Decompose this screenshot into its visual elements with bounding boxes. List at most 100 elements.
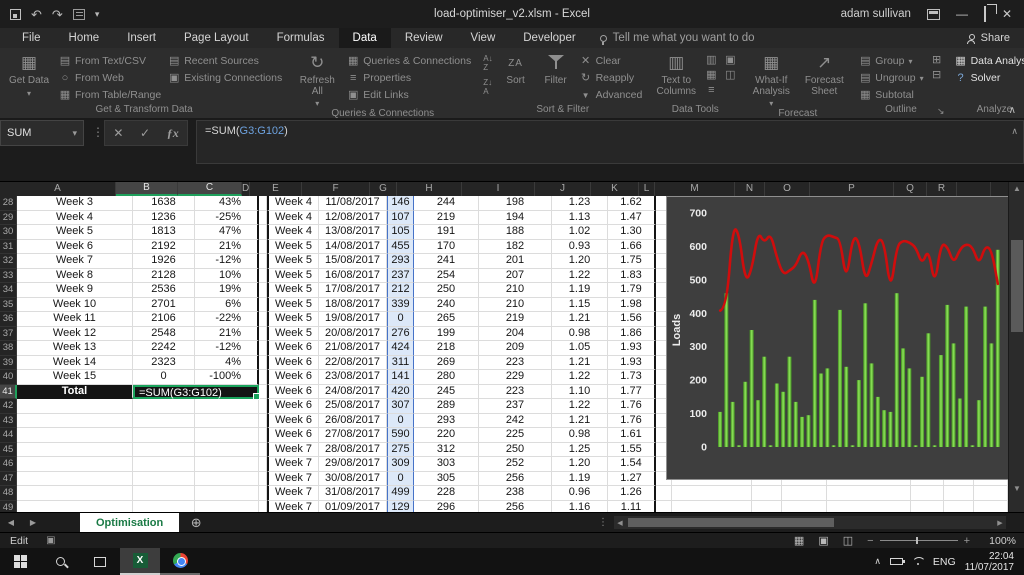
cell-K46[interactable]: 1.54 xyxy=(608,457,656,472)
account-name[interactable]: adam sullivan xyxy=(841,8,911,20)
cell-J34[interactable]: 1.19 xyxy=(552,283,608,298)
data-validation-icon[interactable] xyxy=(705,84,717,96)
cell-Q49[interactable] xyxy=(911,500,944,512)
cell-H47[interactable]: 305 xyxy=(414,471,479,486)
cell-B48[interactable] xyxy=(133,486,195,501)
cell-I34[interactable]: 210 xyxy=(479,283,552,298)
hidden-icons-chevron[interactable]: ∧ xyxy=(874,556,881,567)
hide-detail-icon[interactable] xyxy=(931,69,943,81)
tab-page-layout[interactable]: Page Layout xyxy=(170,28,263,48)
cell-D41[interactable] xyxy=(259,384,267,399)
vertical-scrollbar[interactable]: ▲ ▼ xyxy=(1008,182,1024,512)
cell-A41[interactable]: Total xyxy=(17,384,133,399)
cell-E45[interactable]: Week 7 xyxy=(267,442,319,457)
cell-K48[interactable]: 1.26 xyxy=(608,486,656,501)
cell-B29[interactable]: 1236 xyxy=(133,210,195,225)
cell-D49[interactable] xyxy=(259,500,267,512)
cell-G28[interactable]: 146 xyxy=(387,196,414,211)
cell-E34[interactable]: Week 5 xyxy=(267,283,319,298)
row-header-46[interactable]: 46 xyxy=(0,457,17,472)
cell-B42[interactable] xyxy=(133,399,195,414)
cell-G45[interactable]: 275 xyxy=(387,442,414,457)
cell-D47[interactable] xyxy=(259,471,267,486)
cell-I28[interactable]: 198 xyxy=(479,196,552,211)
cell-F38[interactable]: 21/08/2017 xyxy=(319,341,387,356)
cell-C47[interactable] xyxy=(195,471,259,486)
cell-I44[interactable]: 225 xyxy=(479,428,552,443)
cell-K47[interactable]: 1.27 xyxy=(608,471,656,486)
battery-icon[interactable] xyxy=(889,558,905,565)
cell-G39[interactable]: 311 xyxy=(387,355,414,370)
cell-G38[interactable]: 424 xyxy=(387,341,414,356)
get-data-button[interactable]: Get Data▾ xyxy=(6,52,52,97)
cell-I47[interactable]: 256 xyxy=(479,471,552,486)
cell-D40[interactable] xyxy=(259,370,267,385)
cell-D28[interactable] xyxy=(259,196,267,211)
cell-E41[interactable]: Week 6 xyxy=(267,384,319,399)
cell-A44[interactable] xyxy=(17,428,133,443)
cell-J46[interactable]: 1.20 xyxy=(552,457,608,472)
outline-dialog-launcher-icon[interactable]: ↘ xyxy=(937,106,945,117)
formula-bar-collapse-icon[interactable]: ∧ xyxy=(1011,126,1018,137)
cell-J36[interactable]: 1.21 xyxy=(552,312,608,327)
cell-D39[interactable] xyxy=(259,355,267,370)
cell-I37[interactable]: 204 xyxy=(479,326,552,341)
cell-K37[interactable]: 1.86 xyxy=(608,326,656,341)
row-header-43[interactable]: 43 xyxy=(0,413,17,428)
cell-E48[interactable]: Week 7 xyxy=(267,486,319,501)
cell-O48[interactable] xyxy=(782,486,827,501)
refresh-all-button[interactable]: Refresh All▾ xyxy=(294,52,340,108)
cell-M49[interactable] xyxy=(672,500,752,512)
horizontal-scrollbar[interactable]: ◀ ▶ xyxy=(614,516,1006,529)
cell-F40[interactable]: 23/08/2017 xyxy=(319,370,387,385)
cell-G42[interactable]: 307 xyxy=(387,399,414,414)
cell-C31[interactable]: 21% xyxy=(195,239,259,254)
cell-G41[interactable]: 420 xyxy=(387,384,414,399)
scroll-left-icon[interactable]: ◀ xyxy=(614,516,626,529)
cell-F33[interactable]: 16/08/2017 xyxy=(319,268,387,283)
cell-Q48[interactable] xyxy=(911,486,944,501)
cell-B46[interactable] xyxy=(133,457,195,472)
row-header-33[interactable]: 33 xyxy=(0,268,17,283)
cell-G40[interactable]: 141 xyxy=(387,370,414,385)
cell-D37[interactable] xyxy=(259,326,267,341)
clear-button[interactable]: Clear xyxy=(580,54,643,68)
cell-D42[interactable] xyxy=(259,399,267,414)
normal-view-icon[interactable]: ▦ xyxy=(794,534,804,547)
cell-H40[interactable]: 280 xyxy=(414,370,479,385)
cell-K43[interactable]: 1.76 xyxy=(608,413,656,428)
cell-G34[interactable]: 212 xyxy=(387,283,414,298)
name-box[interactable]: SUM ▾ xyxy=(0,120,84,146)
cell-A34[interactable]: Week 9 xyxy=(17,283,133,298)
cell-I40[interactable]: 229 xyxy=(479,370,552,385)
tab-data[interactable]: Data xyxy=(338,28,391,48)
cell-K38[interactable]: 1.93 xyxy=(608,341,656,356)
cell-J28[interactable]: 1.23 xyxy=(552,196,608,211)
insert-function-button[interactable]: ƒx xyxy=(167,126,179,141)
cell-J32[interactable]: 1.20 xyxy=(552,254,608,269)
cell-C43[interactable] xyxy=(195,413,259,428)
cell-A49[interactable] xyxy=(17,500,133,512)
task-view-button[interactable] xyxy=(80,548,120,575)
cell-J49[interactable]: 1.16 xyxy=(552,500,608,512)
row-header-48[interactable]: 48 xyxy=(0,486,17,501)
cell-G32[interactable]: 293 xyxy=(387,254,414,269)
row-header-47[interactable]: 47 xyxy=(0,471,17,486)
minimize-button[interactable]: — xyxy=(956,7,968,21)
cell-K42[interactable]: 1.76 xyxy=(608,399,656,414)
zoom-thumb[interactable] xyxy=(915,537,918,544)
cell-I30[interactable]: 188 xyxy=(479,225,552,240)
cell-E35[interactable]: Week 5 xyxy=(267,297,319,312)
taskbar-excel-button[interactable]: X xyxy=(120,548,160,575)
from-text-csv-button[interactable]: From Text/CSV xyxy=(59,54,161,68)
cell-G49[interactable]: 129 xyxy=(387,500,414,512)
row-header-38[interactable]: 38 xyxy=(0,341,17,356)
ungroup-button[interactable]: Ungroup▾ xyxy=(859,71,923,85)
name-box-dropdown-icon[interactable]: ▾ xyxy=(72,128,77,139)
column-header-O[interactable]: O xyxy=(765,182,810,196)
cell-B44[interactable] xyxy=(133,428,195,443)
cell-H35[interactable]: 240 xyxy=(414,297,479,312)
cell-M48[interactable] xyxy=(672,486,752,501)
recent-sources-button[interactable]: Recent Sources xyxy=(168,54,282,68)
cell-F39[interactable]: 22/08/2017 xyxy=(319,355,387,370)
